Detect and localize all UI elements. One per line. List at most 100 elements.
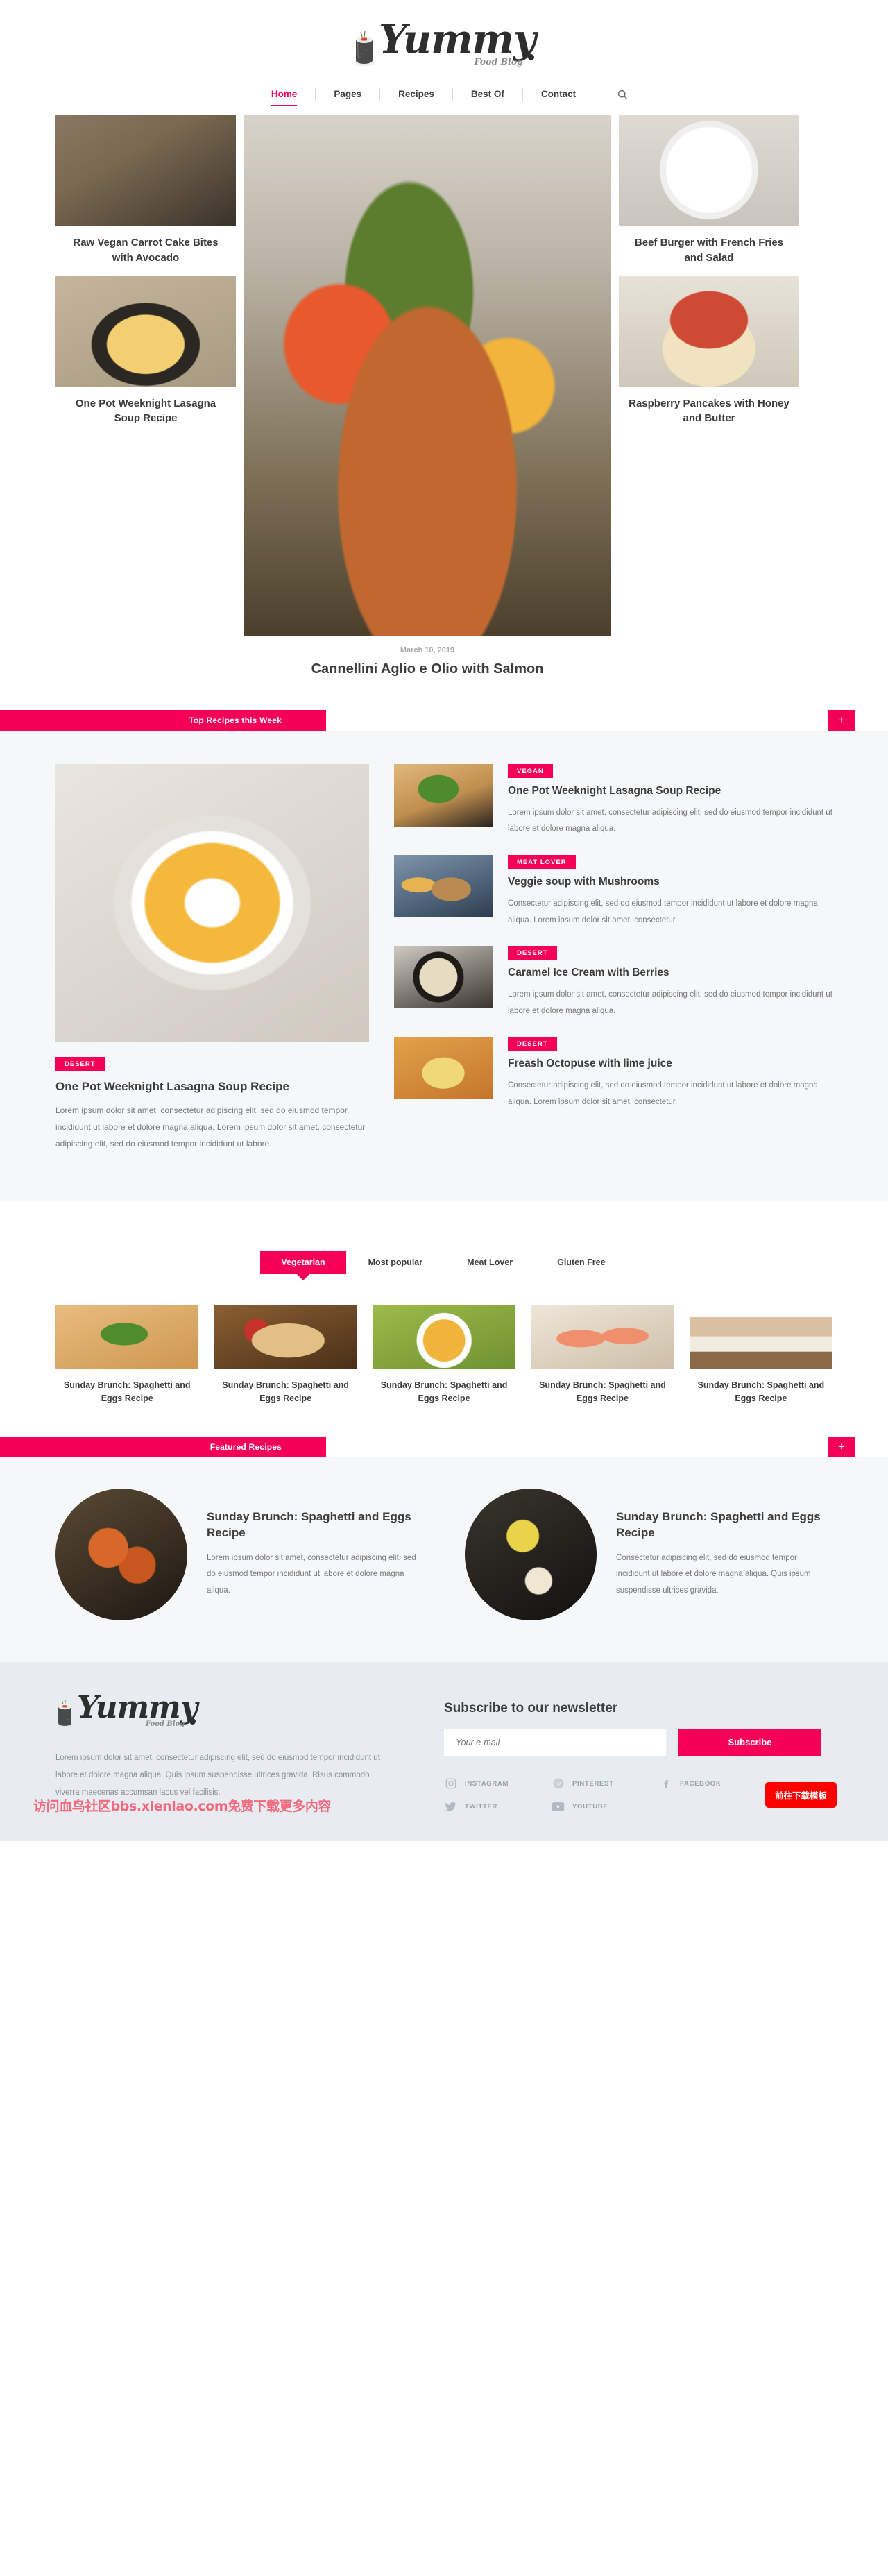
social-link-facebook[interactable]: FACEBOOK: [659, 1777, 767, 1790]
hero-caption: Beef Burger with French Fries and Salad: [619, 226, 799, 266]
hero-image-berry-cake: [619, 275, 799, 387]
list-item[interactable]: VEGAN One Pot Weeknight Lasagna Soup Rec…: [394, 764, 832, 838]
recipe-title: One Pot Weeknight Lasagna Soup Recipe: [508, 785, 722, 797]
hero-card-title: Beef Burger with French Fries and Salad: [634, 237, 784, 264]
top-recipes-featured-card[interactable]: DESERT One Pot Weeknight Lasagna Soup Re…: [56, 764, 369, 1152]
twitter-icon: [444, 1800, 457, 1813]
featured-card-text: Consectetur adipiscing elit, sed do eius…: [616, 1553, 811, 1595]
featured-recipes-expand-button[interactable]: +: [828, 1436, 855, 1457]
list-item-body: MEAT LOVER Veggie soup with Mushrooms Co…: [508, 855, 832, 929]
category-card-title: Sunday Brunch: Spaghetti and Eggs Recipe: [63, 1380, 191, 1404]
email-field[interactable]: [444, 1728, 666, 1756]
social-label: INSTAGRAM: [465, 1779, 509, 1788]
top-recipes-section: DESERT One Pot Weeknight Lasagna Soup Re…: [0, 731, 888, 1201]
hero-image-omelette: [56, 275, 236, 387]
footer-logo-title: Yummy: [77, 1689, 198, 1725]
tab-most-popular[interactable]: Most popular: [346, 1251, 445, 1274]
list-item[interactable]: DESERT Caramel Ice Cream with Berries Lo…: [394, 946, 832, 1019]
recipe-title: Freash Octopuse with lime juice: [508, 1058, 672, 1070]
recipe-text: Lorem ipsum dolor sit amet, consectetur …: [508, 990, 832, 1015]
nav-item-home[interactable]: Home: [253, 87, 316, 106]
featured-recipes-bar-label: Featured Recipes: [0, 1436, 326, 1457]
social-link-instagram[interactable]: INSTAGRAM: [444, 1777, 552, 1790]
top-recipes-expand-button[interactable]: +: [828, 710, 855, 731]
featured-card-image: [465, 1488, 597, 1620]
featured-recipe-image: [56, 764, 369, 1042]
nav-item-best-of[interactable]: Best Of: [453, 87, 522, 102]
hero-card-title: One Pot Weeknight Lasagna Soup Recipe: [75, 397, 216, 425]
category-card-title: Sunday Brunch: Spaghetti and Eggs Recipe: [697, 1380, 825, 1404]
top-recipes-bar-label: Top Recipes this Week: [0, 710, 326, 731]
category-card-grid: Sunday Brunch: Spaghetti and Eggs Recipe…: [56, 1305, 833, 1406]
hero-card[interactable]: One Pot Weeknight Lasagna Soup Recipe: [56, 275, 236, 427]
category-section: Vegetarian Most popular Meat Lover Glute…: [0, 1201, 888, 1406]
logo-tagline-text: Food Blog: [474, 56, 523, 67]
social-link-twitter[interactable]: TWITTER: [444, 1800, 552, 1813]
logo-title: Yummy: [379, 16, 536, 62]
featured-recipes-section: Sunday Brunch: Spaghetti and Eggs Recipe…: [0, 1457, 888, 1662]
social-label: FACEBOOK: [680, 1779, 722, 1788]
nav-item-pages[interactable]: Pages: [316, 87, 379, 102]
nav-item-contact[interactable]: Contact: [523, 87, 594, 102]
featured-card[interactable]: Sunday Brunch: Spaghetti and Eggs Recipe…: [56, 1488, 423, 1620]
list-item[interactable]: Sunday Brunch: Spaghetti and Eggs Recipe: [56, 1305, 199, 1406]
hero-grid: Raw Vegan Carrot Cake Bites with Avocado…: [0, 106, 888, 679]
featured-card[interactable]: Sunday Brunch: Spaghetti and Eggs Recipe…: [465, 1488, 832, 1620]
list-item[interactable]: Sunday Brunch: Spaghetti and Eggs Recipe: [689, 1305, 833, 1406]
tab-vegetarian[interactable]: Vegetarian: [260, 1251, 346, 1274]
list-item[interactable]: Sunday Brunch: Spaghetti and Eggs Recipe: [531, 1305, 674, 1406]
download-template-button[interactable]: 前往下载模板: [765, 1781, 837, 1808]
list-item[interactable]: DESERT Freash Octopuse with lime juice C…: [394, 1037, 832, 1110]
category-card-image: [531, 1305, 674, 1369]
footer-logo[interactable]: Yummy Food Blog: [56, 1689, 198, 1728]
list-item[interactable]: MEAT LOVER Veggie soup with Mushrooms Co…: [394, 855, 832, 929]
tab-gluten-free[interactable]: Gluten Free: [535, 1251, 627, 1274]
recipe-tag-badge: DESERT: [56, 1057, 105, 1071]
category-card-image: [372, 1305, 516, 1369]
facebook-icon: [659, 1777, 672, 1790]
category-card-image: [56, 1305, 199, 1369]
list-item-body: DESERT Freash Octopuse with lime juice C…: [508, 1037, 832, 1110]
recipe-title: Veggie soup with Mushrooms: [508, 876, 660, 888]
hero-right-column: Beef Burger with French Fries and Salad …: [619, 115, 799, 426]
newsletter-title: Subscribe to our newsletter: [444, 1700, 618, 1715]
hero-card[interactable]: Raw Vegan Carrot Cake Bites with Avocado: [56, 115, 236, 266]
logo-tagline: Food Blog: [379, 54, 536, 67]
hero-date: March 10, 2019: [400, 646, 455, 654]
social-link-pinterest[interactable]: PINTEREST: [552, 1777, 659, 1790]
recipe-thumbnail: [394, 764, 493, 827]
search-icon[interactable]: [594, 90, 635, 100]
youtube-icon: [552, 1800, 565, 1813]
hero-image-salmon: [244, 115, 610, 636]
recipe-tag-badge: DESERT: [508, 1037, 557, 1051]
social-link-youtube[interactable]: YOUTUBE: [552, 1800, 659, 1813]
list-item[interactable]: Sunday Brunch: Spaghetti and Eggs Recipe: [214, 1305, 357, 1406]
top-recipes-list: VEGAN One Pot Weeknight Lasagna Soup Rec…: [394, 764, 832, 1152]
footer-logo-tagline: Food Blog: [77, 1718, 197, 1728]
footer-logo-tagline-text: Food Blog: [145, 1720, 185, 1728]
footer-about: Yummy Food Blog Lorem ipsum dolor sit am…: [56, 1689, 395, 1813]
hero-card[interactable]: Raspberry Pancakes with Honey and Butter: [619, 275, 799, 427]
hero-caption: Raw Vegan Carrot Cake Bites with Avocado: [56, 226, 236, 266]
hero-caption: One Pot Weeknight Lasagna Soup Recipe: [56, 387, 236, 427]
recipe-tag-badge: DESERT: [508, 946, 557, 960]
subscribe-button[interactable]: Subscribe: [678, 1728, 821, 1756]
hero-card[interactable]: Beef Burger with French Fries and Salad: [619, 115, 799, 266]
tab-meat-lover[interactable]: Meat Lover: [445, 1251, 535, 1274]
hero-image-gourmet-plate: [619, 115, 799, 226]
featured-card-text: Lorem ipsum dolor sit amet, consectetur …: [207, 1553, 416, 1595]
site-logo[interactable]: Yummy Food Blog: [352, 19, 536, 67]
hero-card-title: Raw Vegan Carrot Cake Bites with Avocado: [73, 237, 219, 264]
category-card-title: Sunday Brunch: Spaghetti and Eggs Recipe: [380, 1380, 508, 1404]
instagram-icon: [444, 1777, 457, 1790]
featured-recipes-bar: Featured Recipes +: [0, 1436, 888, 1457]
list-item[interactable]: Sunday Brunch: Spaghetti and Eggs Recipe: [372, 1305, 516, 1406]
category-card-title: Sunday Brunch: Spaghetti and Eggs Recipe: [222, 1380, 349, 1404]
list-item-body: VEGAN One Pot Weeknight Lasagna Soup Rec…: [508, 764, 832, 838]
recipe-thumbnail: [394, 855, 493, 918]
featured-recipe-text: Lorem ipsum dolor sit amet, consectetur …: [56, 1105, 366, 1149]
category-card-image: [214, 1305, 357, 1369]
hero-card-featured[interactable]: March 10, 2019 Cannellini Aglio e Olio w…: [244, 115, 610, 679]
recipe-tag-badge: MEAT LOVER: [508, 855, 576, 870]
nav-item-recipes[interactable]: Recipes: [380, 87, 452, 102]
